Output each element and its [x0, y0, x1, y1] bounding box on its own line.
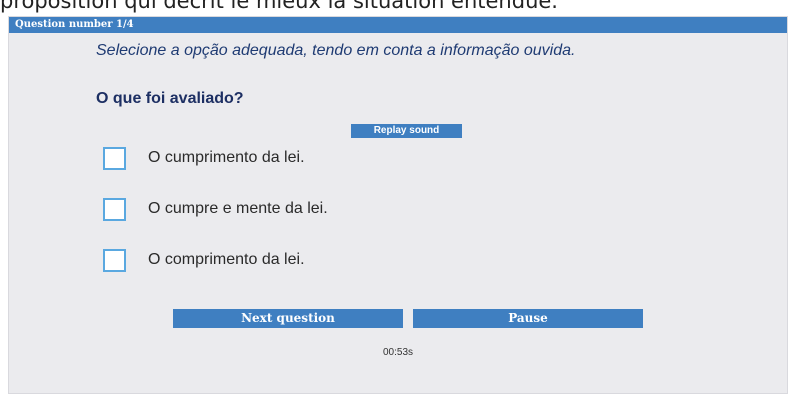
- option-3-label: O comprimento da lei.: [148, 251, 305, 268]
- question-number-header: Question number 1/4: [9, 17, 787, 33]
- option-2-checkbox[interactable]: [103, 197, 126, 221]
- background-instruction-text: proposition qui décrit le mieux la situa…: [0, 0, 558, 13]
- timer: 00:53s: [382, 347, 414, 358]
- question-panel: Question number 1/4 Selecione a opção ad…: [8, 16, 788, 394]
- option-2[interactable]: O cumpre e mente da lei.: [103, 195, 328, 223]
- next-question-button[interactable]: Next question: [173, 309, 403, 328]
- option-2-label: O cumpre e mente da lei.: [148, 200, 328, 217]
- option-3-checkbox[interactable]: [103, 248, 126, 272]
- question-text: O que foi avaliado?: [96, 90, 244, 107]
- replay-sound-button[interactable]: Replay sound: [351, 124, 462, 138]
- option-3[interactable]: O comprimento da lei.: [103, 246, 305, 274]
- instruction-text: Selecione a opção adequada, tendo em con…: [96, 42, 576, 59]
- pause-button[interactable]: Pause: [413, 309, 643, 328]
- option-1-checkbox[interactable]: [103, 146, 126, 170]
- option-1-label: O cumprimento da lei.: [148, 149, 305, 166]
- option-1[interactable]: O cumprimento da lei.: [103, 144, 305, 172]
